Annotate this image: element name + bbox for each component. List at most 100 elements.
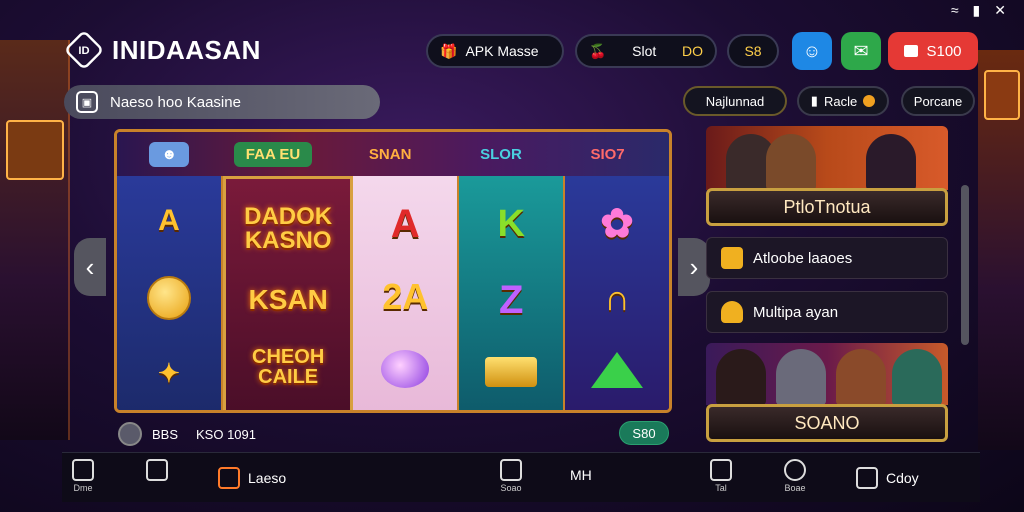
bottom-nav: Dme Laeso Soao MH Tal Boae Cdoy	[62, 452, 980, 502]
box-icon	[721, 247, 743, 269]
reel-symbol: Z	[499, 277, 524, 322]
nav-item-bonus[interactable]: Boae	[784, 459, 806, 493]
nav-item-store[interactable]: Soao	[500, 459, 522, 493]
nav-item-games[interactable]: Laeso	[218, 467, 286, 489]
filter-chip-second[interactable]: ▮ Racle	[797, 86, 889, 116]
swirl-icon: ✿	[600, 202, 634, 246]
reel-3: A 2A	[353, 176, 460, 410]
nav-item-label: MH	[570, 467, 592, 483]
reel-4: K Z	[459, 176, 566, 410]
filter-chip-label: Racle	[823, 93, 858, 109]
nav-item-mh[interactable]: MH	[570, 467, 592, 483]
list-item-label: Atloobe laaoes	[753, 249, 853, 267]
spin-button[interactable]: S80	[619, 421, 669, 445]
message-button[interactable]: ✉	[841, 32, 881, 70]
house-icon	[500, 459, 522, 481]
arcade-cabinet-left	[0, 40, 70, 440]
deposit-label: S100	[926, 42, 962, 60]
bet-label: BBS	[152, 426, 179, 442]
coin-icon	[146, 276, 191, 320]
gem-icon	[381, 350, 430, 389]
chat-bubble-icon	[856, 467, 878, 489]
slot-selector[interactable]: 🍒 Slot DO	[575, 34, 717, 68]
list-item[interactable]: Atloobe laaoes	[706, 237, 948, 279]
cherry-icon: 🍒	[589, 42, 607, 59]
nav-item-label: Boae	[784, 483, 806, 493]
nav-item-label: Laeso	[248, 470, 287, 486]
horseshoe-icon: ∩	[604, 277, 631, 318]
wifi-icon: ≈	[950, 2, 959, 18]
carousel-prev-button[interactable]: ‹	[74, 238, 106, 296]
reel-symbol: DADOK KASNO	[244, 203, 333, 255]
logo-icon	[146, 459, 168, 481]
horn-icon: ✦	[158, 358, 180, 388]
avatar	[892, 349, 942, 405]
nav-item-home[interactable]: Dme	[72, 459, 94, 493]
nav-item-label: Cdoy	[886, 470, 919, 486]
logo-mark-icon: ID	[63, 29, 105, 71]
top-symbol-4: SLOR	[480, 145, 522, 163]
arcade-cabinet-right	[978, 50, 1024, 450]
reel-symbol: K	[497, 202, 525, 245]
filter-chip-label: Porcane	[913, 93, 963, 109]
nav-item-brand[interactable]	[146, 459, 168, 481]
nav-item-tasks[interactable]: Tal	[710, 459, 732, 493]
top-symbol-5: SIO7	[590, 145, 625, 163]
slot-value: DO	[682, 43, 703, 59]
nav-item-profile[interactable]: Cdoy	[856, 467, 919, 489]
search-input[interactable]: ▣ Naeso hoo Kaasine	[64, 85, 380, 119]
app-logo[interactable]: ID INIDAASAN	[63, 29, 261, 71]
top-symbol-3: SNAN	[368, 145, 412, 163]
promo-banner-bottom[interactable]	[706, 343, 948, 405]
search-value: Naeso hoo Kaasine	[110, 93, 241, 111]
reels: A ✦ DADOK KASNO KSAN CHEOH CAILE A 2A K …	[117, 176, 669, 410]
flame-icon	[721, 301, 743, 323]
deposit-button[interactable]: S100	[888, 32, 978, 70]
promo-cta-button-2[interactable]: SOANO	[706, 404, 948, 442]
close-icon[interactable]: ✕	[994, 2, 1006, 19]
arcade-sign-right	[984, 70, 1020, 120]
avatar-icon: ☻	[149, 141, 190, 167]
slot-label: Slot	[632, 43, 657, 59]
chevron-right-icon: ›	[689, 251, 699, 282]
calendar-icon	[710, 459, 732, 481]
balance-display: S8	[727, 34, 779, 68]
promo-banner-top[interactable]	[706, 126, 948, 190]
chat-button[interactable]: ☺	[792, 32, 832, 70]
promo-cta-label: PtloTnotua	[783, 196, 871, 217]
gold-bars-icon	[485, 357, 538, 388]
filter-chip-label: Najlunnad	[705, 93, 765, 109]
balance-value: S8	[744, 43, 762, 59]
apk-label: APK Masse	[465, 43, 539, 59]
filter-chip-first[interactable]: Najlunnad	[683, 86, 787, 116]
home-icon	[72, 459, 94, 481]
reel-symbol: A	[158, 204, 180, 237]
bet-row: BBS KSO 1091	[118, 422, 256, 446]
app-title: INIDAASAN	[112, 34, 261, 65]
flag-icon: ▮	[810, 93, 818, 108]
arrow-up-icon	[591, 352, 644, 388]
reel-1: A ✦	[117, 176, 223, 410]
filter-chip-third[interactable]: Porcane	[901, 86, 975, 116]
search-icon: ▣	[76, 91, 98, 113]
reel-symbol: A	[390, 201, 420, 246]
apk-button[interactable]: 🎁 APK Masse	[426, 34, 564, 68]
scrollbar[interactable]	[961, 185, 969, 345]
bet-amount: KSO 1091	[196, 426, 257, 442]
avatar	[716, 349, 766, 405]
chevron-left-icon: ‹	[85, 251, 95, 282]
promo-cta-button[interactable]: PtloTnotua	[706, 188, 948, 226]
wallet-icon	[904, 45, 919, 57]
list-item[interactable]: Multipa ayan	[706, 291, 948, 333]
bet-toggle[interactable]	[118, 422, 142, 446]
list-item-label: Multipa ayan	[753, 303, 839, 321]
avatar	[836, 349, 886, 405]
fire-icon	[218, 467, 240, 489]
slot-machine[interactable]: ☻ FAA EU SNAN SLOR SIO7 A ✦ DADOK KASNO …	[114, 129, 672, 413]
arcade-sign-left	[6, 120, 64, 180]
top-symbol-2: FAA EU	[233, 141, 313, 167]
nav-item-label: Dme	[73, 483, 93, 493]
status-bar: ≈ ▮ ✕	[951, 2, 1006, 19]
battery-icon: ▮	[972, 2, 981, 18]
medal-icon	[784, 459, 806, 481]
